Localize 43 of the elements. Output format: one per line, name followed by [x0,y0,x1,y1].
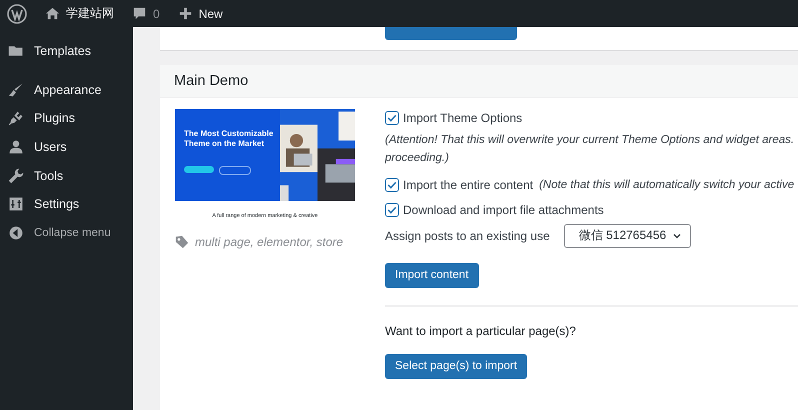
new-label: New [198,6,223,20]
preview-button-shape [184,166,214,174]
menu-item[interactable]: Templates [0,37,133,66]
new-link[interactable]: New [178,6,223,21]
demo-title: Main Demo [174,73,248,89]
checkbox[interactable] [385,202,399,217]
comments-count: 0 [153,6,160,20]
menu-item[interactable]: Plugins [0,104,133,133]
option-note: (Note that this will automatically switch your active [539,178,794,191]
user-select[interactable]: 微信 512765456 [564,224,692,248]
menu-item[interactable]: Appearance [0,76,133,104]
collapse-menu-button[interactable]: Collapse menu [0,218,133,248]
home-icon [45,6,60,21]
checkbox-option[interactable]: Import the entire content [385,178,534,192]
wordpress-logo-icon[interactable] [7,4,27,24]
menu-item[interactable]: Users [0,132,133,162]
menu-item[interactable]: Settings [0,190,133,219]
checkbox[interactable] [385,178,399,192]
sliders-icon [8,196,24,212]
particular-question: Want to import a particular page(s)? [385,324,577,338]
check-icon [386,112,398,124]
plug-icon [8,110,24,126]
collapse-icon [8,224,24,241]
brush-icon [8,82,24,98]
wrench-icon [8,168,24,184]
assign-label: Assign posts to an existing use [385,228,550,243]
user-icon [8,139,24,156]
plus-icon [178,6,193,21]
comments-link[interactable]: 0 [132,6,160,21]
checkbox[interactable] [385,111,399,125]
tag-icon [175,235,189,249]
menu-item[interactable]: Tools [0,161,133,190]
preview-heading: The Most Customizable Theme on the Market [184,129,274,148]
select-pages-button[interactable]: Select page(s) to import [385,354,528,379]
comment-icon [132,6,147,21]
preview-button-shape [219,166,251,176]
warning-text: (Attention! That this will overwrite your current Theme Options and widget areas. proceeding.) [385,133,796,166]
demo-tags: multi page, elementor, store [195,235,344,249]
import-content-button[interactable]: Import content [385,262,479,288]
site-name: 学建站网 [66,5,114,22]
checkbox-option[interactable]: Import Theme Options [385,111,522,125]
site-name-link[interactable]: 学建站网 [45,5,114,22]
checkbox-option[interactable]: Download and import file attachments [385,202,604,217]
